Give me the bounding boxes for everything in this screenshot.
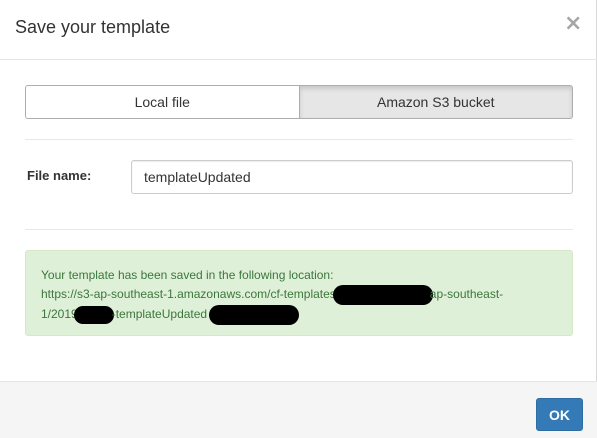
file-name-label: File name: bbox=[27, 168, 92, 183]
dialog-title: Save your template bbox=[15, 17, 171, 37]
s3-bucket-option[interactable]: Amazon S3 bucket bbox=[299, 85, 573, 119]
local-file-option[interactable]: Local file bbox=[25, 85, 300, 119]
divider-top bbox=[25, 139, 573, 140]
alert-message: Your template has been saved in the foll… bbox=[41, 268, 334, 282]
save-template-dialog: Save your template × Local file Amazon S… bbox=[0, 0, 597, 438]
redaction-mark bbox=[209, 305, 300, 325]
s3-url-link[interactable]: https://s3-ap-southeast-1.amazonaws.com/… bbox=[41, 287, 336, 301]
s3-url-link-cont[interactable]: ap-southeast- bbox=[430, 287, 503, 301]
file-name-input[interactable] bbox=[131, 160, 573, 194]
s3-url-link-line2[interactable]: 1/2019 bbox=[41, 307, 78, 321]
alert-url-line-1: https://s3-ap-southeast-1.amazonaws.com/… bbox=[41, 285, 557, 305]
success-alert: Your template has been saved in the foll… bbox=[25, 250, 573, 336]
divider-bottom bbox=[25, 229, 573, 230]
redaction-mark bbox=[73, 306, 114, 324]
dialog-header: Save your template × bbox=[0, 0, 597, 60]
redaction-mark bbox=[332, 285, 433, 305]
s3-url-link-filename[interactable]: -templateUpdated bbox=[112, 307, 207, 321]
ok-button[interactable]: OK bbox=[536, 398, 583, 431]
alert-url-line-2: 1/2019 -templateUpdated bbox=[41, 305, 557, 325]
storage-toggle: Local file Amazon S3 bucket bbox=[25, 85, 573, 119]
close-icon[interactable]: × bbox=[564, 13, 582, 35]
dialog-footer: OK bbox=[0, 381, 597, 438]
